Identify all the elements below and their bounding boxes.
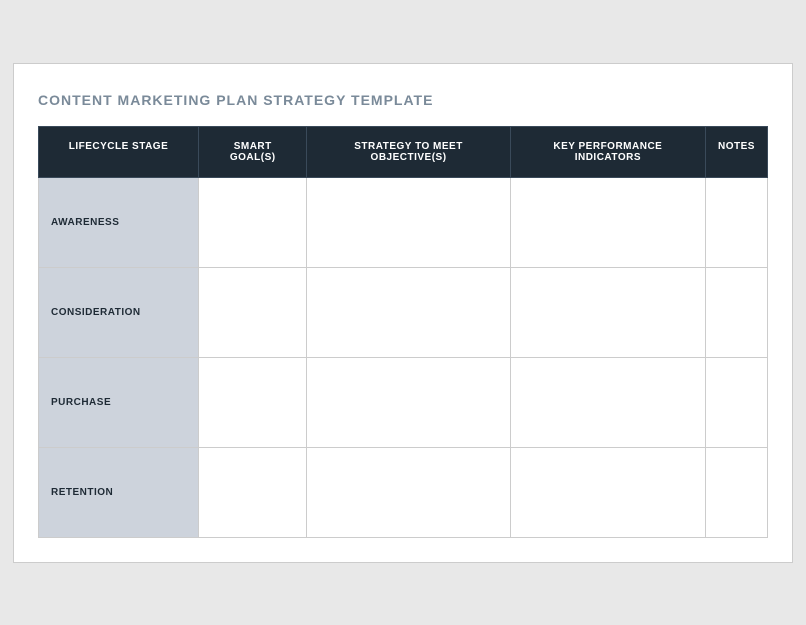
header-strategy: STRATEGY TO MEET OBJECTIVE(S) (307, 126, 510, 177)
cell-retention-strategy[interactable] (307, 447, 510, 537)
cell-retention-kpi[interactable] (510, 447, 705, 537)
cell-consideration-notes[interactable] (706, 267, 768, 357)
stage-awareness: AWARENESS (39, 177, 199, 267)
header-lifecycle-stage: LIFECYCLE STAGE (39, 126, 199, 177)
cell-consideration-strategy[interactable] (307, 267, 510, 357)
table-row: PURCHASE (39, 357, 768, 447)
cell-purchase-smart-goals[interactable] (199, 357, 307, 447)
strategy-table: LIFECYCLE STAGE SMART GOAL(S) STRATEGY T… (38, 126, 768, 538)
stage-purchase: PURCHASE (39, 357, 199, 447)
cell-retention-notes[interactable] (706, 447, 768, 537)
table-row: RETENTION (39, 447, 768, 537)
stage-retention: RETENTION (39, 447, 199, 537)
header-smart-goals: SMART GOAL(S) (199, 126, 307, 177)
page-container: CONTENT MARKETING PLAN STRATEGY TEMPLATE… (13, 63, 793, 563)
table-header-row: LIFECYCLE STAGE SMART GOAL(S) STRATEGY T… (39, 126, 768, 177)
cell-consideration-smart-goals[interactable] (199, 267, 307, 357)
cell-purchase-notes[interactable] (706, 357, 768, 447)
cell-awareness-kpi[interactable] (510, 177, 705, 267)
page-title: CONTENT MARKETING PLAN STRATEGY TEMPLATE (38, 92, 768, 108)
header-kpi: KEY PERFORMANCE INDICATORS (510, 126, 705, 177)
stage-consideration: CONSIDERATION (39, 267, 199, 357)
cell-consideration-kpi[interactable] (510, 267, 705, 357)
header-notes: NOTES (706, 126, 768, 177)
cell-purchase-kpi[interactable] (510, 357, 705, 447)
cell-awareness-notes[interactable] (706, 177, 768, 267)
cell-purchase-strategy[interactable] (307, 357, 510, 447)
cell-retention-smart-goals[interactable] (199, 447, 307, 537)
table-row: AWARENESS (39, 177, 768, 267)
cell-awareness-smart-goals[interactable] (199, 177, 307, 267)
table-row: CONSIDERATION (39, 267, 768, 357)
cell-awareness-strategy[interactable] (307, 177, 510, 267)
